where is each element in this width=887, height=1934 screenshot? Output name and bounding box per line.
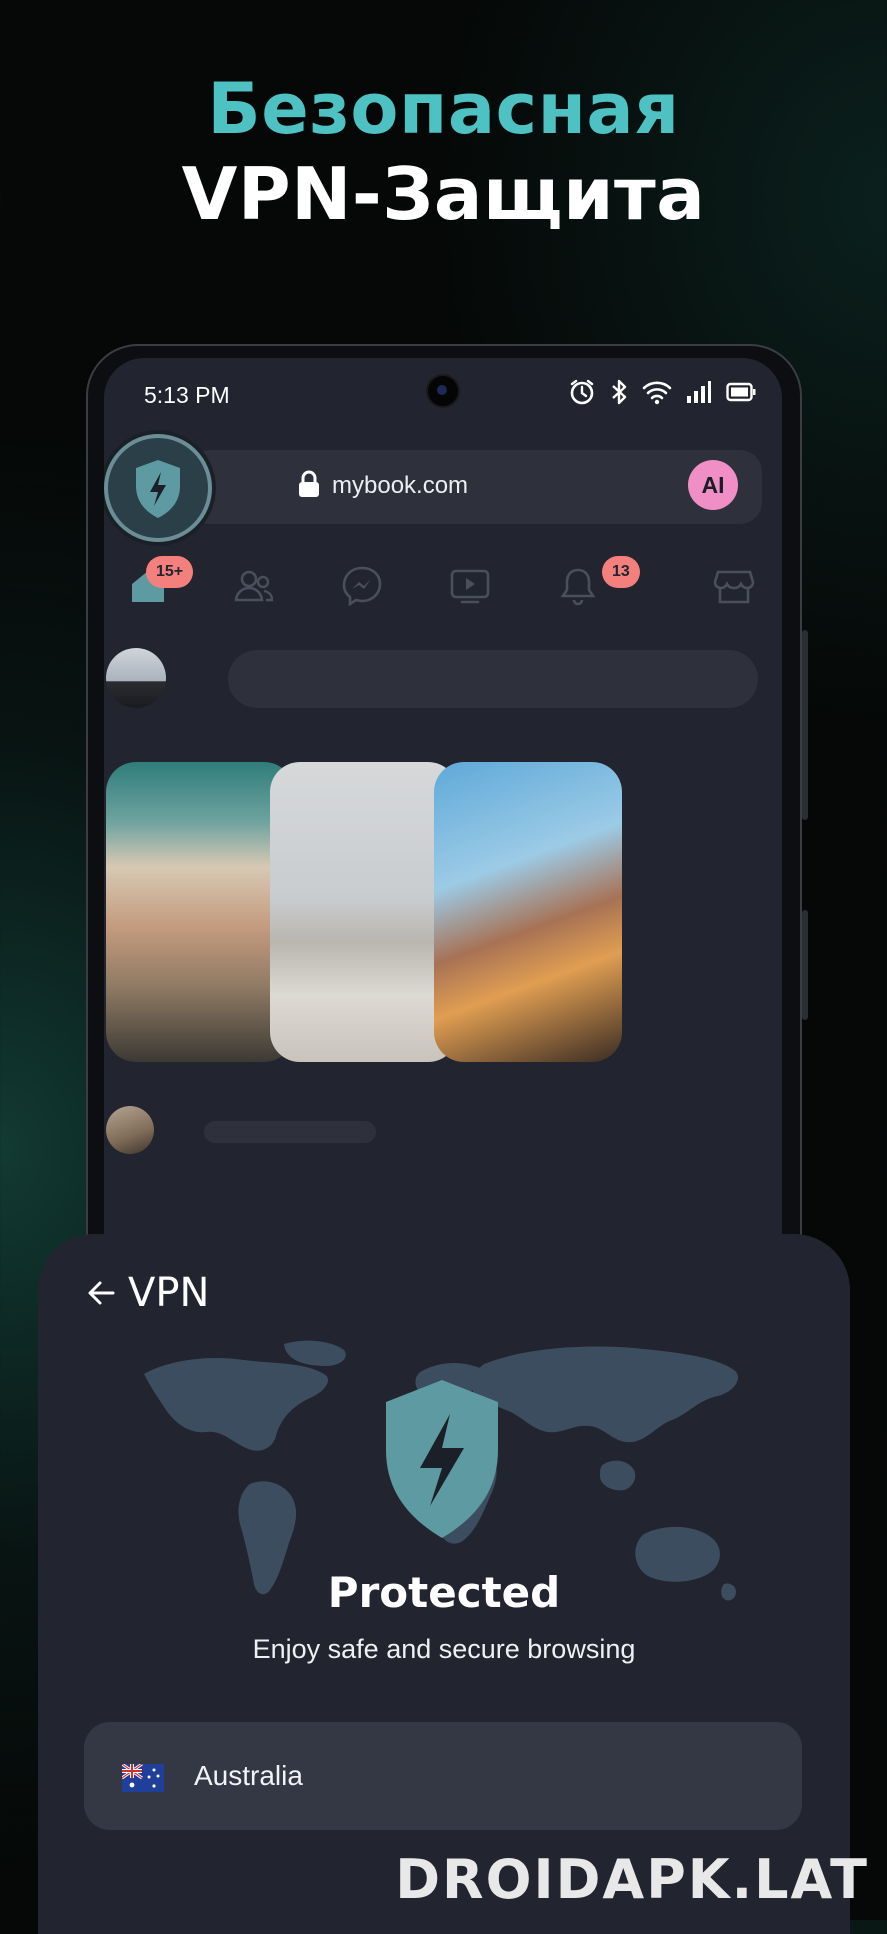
avatar[interactable] (106, 1106, 154, 1154)
vpn-shield-button[interactable] (104, 434, 212, 542)
alarm-icon (570, 379, 594, 405)
bluetooth-icon (612, 379, 627, 405)
front-camera (426, 374, 460, 408)
friends-icon[interactable] (232, 564, 276, 608)
marketplace-icon[interactable] (712, 564, 756, 608)
home-badge: 15+ (146, 556, 194, 588)
australia-flag-icon (122, 1764, 164, 1792)
phone-side-button (802, 910, 808, 1020)
url-text[interactable]: mybook.com (332, 472, 468, 500)
messenger-icon[interactable] (340, 564, 384, 608)
battery-icon (726, 382, 756, 402)
watermark: DROIDAPK.LAT (395, 1848, 869, 1911)
lock-icon (299, 470, 319, 497)
notifications-badge: 13 (602, 556, 640, 588)
phone-side-button (802, 630, 808, 820)
video-icon[interactable] (448, 564, 492, 608)
country-selector[interactable]: Australia (84, 1722, 802, 1830)
wifi-icon (642, 381, 672, 405)
vpn-title: VPN (128, 1270, 210, 1316)
promo-headline-line2: VPN-Защита (181, 152, 706, 236)
nav-tabs: 15+ 13 (104, 556, 782, 616)
avatar[interactable] (106, 648, 166, 708)
status-icons (568, 378, 756, 406)
text-placeholder (204, 1121, 376, 1143)
promo-headline-line1: Безопасная (207, 68, 680, 150)
vpn-sheet: VPN Protected Enjoy safe and secure brow… (38, 1234, 850, 1934)
vpn-header: VPN (86, 1270, 209, 1316)
story-card[interactable] (434, 762, 622, 1062)
signal-icon (687, 381, 711, 403)
story-card[interactable] (106, 762, 294, 1062)
vpn-status: Protected (327, 1568, 561, 1617)
phone-screen: 5:13 PM mybook.com AI 15+ 13 (104, 358, 782, 1338)
protected-shield-icon (386, 1380, 498, 1538)
back-arrow-icon[interactable] (86, 1278, 116, 1308)
shield-bolt-icon (136, 460, 180, 518)
status-time: 5:13 PM (144, 382, 230, 408)
ai-assistant-button[interactable]: AI (688, 460, 738, 510)
vpn-subtitle: Enjoy safe and secure browsing (252, 1634, 636, 1664)
ai-label: AI (701, 472, 725, 498)
bell-icon[interactable] (556, 564, 600, 608)
composer-placeholder[interactable] (228, 650, 758, 708)
address-bar[interactable]: mybook.com AI (188, 450, 762, 524)
story-card[interactable] (270, 762, 458, 1062)
country-name: Australia (194, 1760, 303, 1791)
